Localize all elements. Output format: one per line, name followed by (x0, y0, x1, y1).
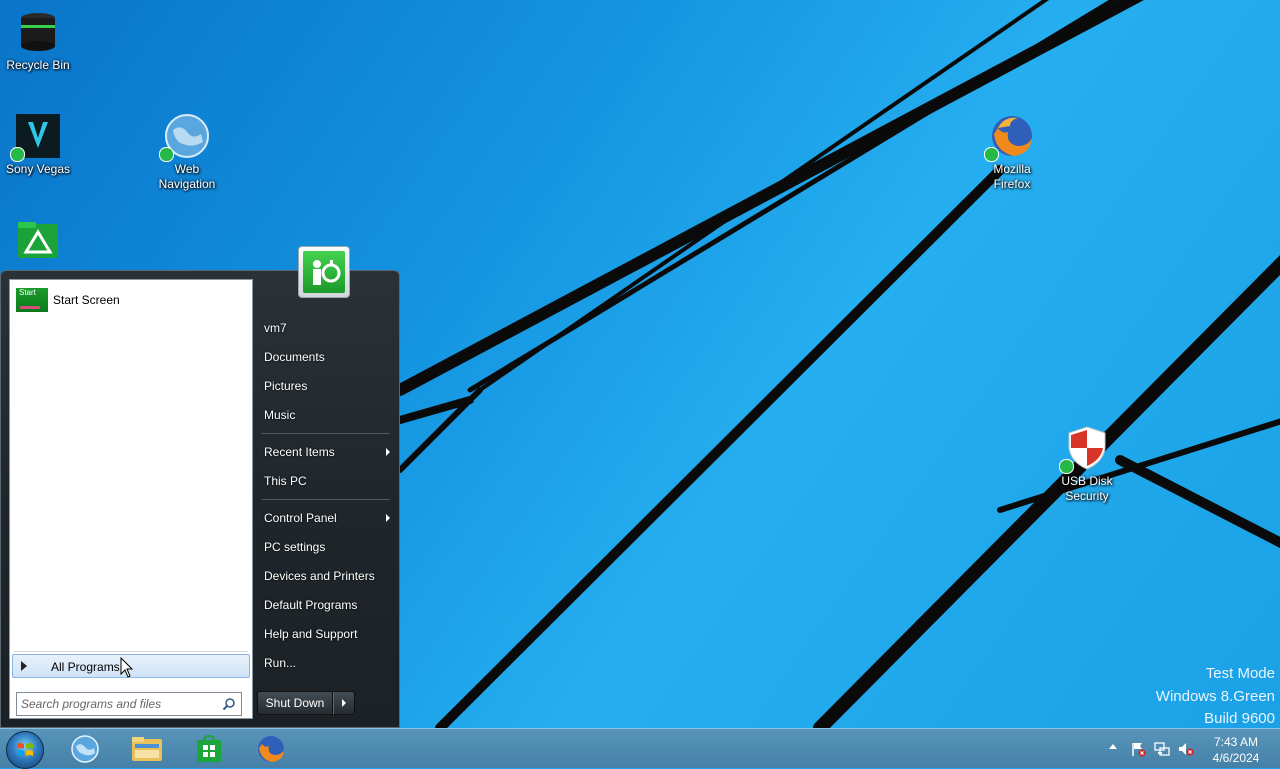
divider (262, 499, 390, 500)
default-programs-label: Default Programs (264, 598, 358, 612)
web-navigation-shortcut[interactable]: Web Navigation (149, 112, 225, 192)
devices-printers-item[interactable]: Devices and Printers (262, 563, 392, 589)
search-input[interactable] (21, 695, 217, 713)
shortcut-arrow-icon (10, 147, 25, 162)
action-center-flag-icon[interactable] (1130, 741, 1146, 757)
pictures-item[interactable]: Pictures (262, 373, 392, 399)
file-explorer-icon (132, 737, 162, 761)
shut-down-options-button[interactable] (333, 691, 355, 715)
usb-disk-security-shortcut[interactable]: USB Disk Security (1049, 424, 1125, 504)
chevron-right-icon (342, 699, 346, 707)
help-support-label: Help and Support (264, 627, 358, 641)
recent-items-item[interactable]: Recent Items (262, 439, 392, 465)
search-box[interactable] (16, 692, 242, 716)
chevron-right-icon (386, 514, 390, 522)
taskbar-store-button[interactable] (182, 731, 236, 767)
start-screen-tile-text: Start (19, 288, 36, 297)
shortcut-arrow-icon (984, 147, 999, 162)
web-navigation-label: Web Navigation (158, 162, 216, 191)
chevron-right-icon (386, 448, 390, 456)
test-mode-watermark: Test Mode Windows 8.Green Build 9600 (1156, 663, 1275, 728)
pc-settings-label: PC settings (264, 540, 326, 554)
mozilla-firefox-shortcut[interactable]: Mozilla Firefox (974, 112, 1050, 192)
windows-logo-icon (17, 743, 33, 756)
run-item[interactable]: Run... (262, 650, 392, 676)
taskbar-firefox-button[interactable] (244, 731, 298, 767)
mouse-cursor-icon (120, 657, 134, 678)
clock-time: 7:43 AM (1213, 735, 1259, 749)
user-avatar-icon (303, 251, 345, 293)
this-pc-item[interactable]: This PC (262, 468, 392, 494)
recycle-bin-shortcut[interactable]: Recycle Bin (0, 8, 76, 73)
documents-item[interactable]: Documents (262, 344, 392, 370)
user-folder-item[interactable]: vm7 (262, 315, 392, 341)
this-pc-label: This PC (264, 474, 307, 488)
volume-muted-icon[interactable] (1178, 741, 1194, 757)
clock-date: 4/6/2024 (1212, 751, 1260, 765)
default-programs-item[interactable]: Default Programs (262, 592, 392, 618)
shortcut-arrow-icon (1059, 459, 1074, 474)
control-panel-label: Control Panel (264, 511, 337, 525)
mozilla-firefox-label: Mozilla Firefox (993, 162, 1031, 191)
firefox-icon (258, 736, 284, 762)
recent-items-label: Recent Items (264, 445, 335, 459)
run-label: Run... (264, 656, 297, 670)
globe-icon (159, 112, 211, 162)
music-item[interactable]: Music (262, 402, 392, 428)
watermark-line-3: Build 9600 (1204, 710, 1275, 727)
shield-icon (1059, 424, 1111, 474)
watermark-line-2: Windows 8.Green (1155, 687, 1275, 705)
network-icon[interactable] (1154, 741, 1170, 757)
pictures-label: Pictures (264, 379, 308, 393)
usb-disk-security-label: USB Disk Security (1061, 474, 1113, 503)
user-folder-label: vm7 (264, 321, 287, 335)
start-screen-label: Start Screen (53, 293, 120, 307)
store-icon (197, 735, 221, 762)
sony-vegas-icon (10, 112, 62, 162)
divider (262, 433, 390, 434)
documents-label: Documents (264, 350, 325, 364)
firefox-icon (984, 112, 1036, 162)
music-label: Music (264, 408, 296, 422)
help-support-item[interactable]: Help and Support (262, 621, 392, 647)
recycle-bin-icon (14, 8, 62, 56)
watermark-line-1: Test Mode (1205, 665, 1275, 682)
triangle-right-icon (21, 661, 27, 671)
globe-icon (71, 735, 99, 763)
start-menu-programs-pane: Start Start Screen All Programs (9, 279, 253, 719)
devices-printers-label: Devices and Printers (264, 569, 375, 583)
sony-vegas-shortcut[interactable]: Sony Vegas (0, 112, 76, 177)
all-programs-label: All Programs (51, 660, 120, 674)
divider (14, 651, 248, 652)
show-hidden-icons-button[interactable] (1109, 744, 1117, 749)
taskbar: 7:43 AM 4/6/2024 (0, 728, 1280, 769)
shut-down-button[interactable]: Shut Down (257, 691, 333, 715)
start-button[interactable] (6, 731, 44, 769)
recycle-bin-label: Recycle Bin (6, 58, 70, 72)
search-icon[interactable] (222, 697, 236, 711)
green-folder-shortcut[interactable] (0, 216, 76, 266)
green-folder-icon (14, 216, 62, 264)
user-picture[interactable] (298, 246, 350, 298)
pc-settings-item[interactable]: PC settings (262, 534, 392, 560)
control-panel-item[interactable]: Control Panel (262, 505, 392, 531)
clock[interactable]: 7:43 AM 4/6/2024 (1206, 734, 1266, 766)
start-screen-tile-icon: Start (16, 288, 48, 312)
taskbar-globe-button[interactable] (58, 731, 112, 767)
sony-vegas-label: Sony Vegas (5, 162, 71, 176)
start-screen-item[interactable]: Start Start Screen (13, 286, 249, 314)
taskbar-file-explorer-button[interactable] (120, 731, 174, 767)
shortcut-arrow-icon (159, 147, 174, 162)
